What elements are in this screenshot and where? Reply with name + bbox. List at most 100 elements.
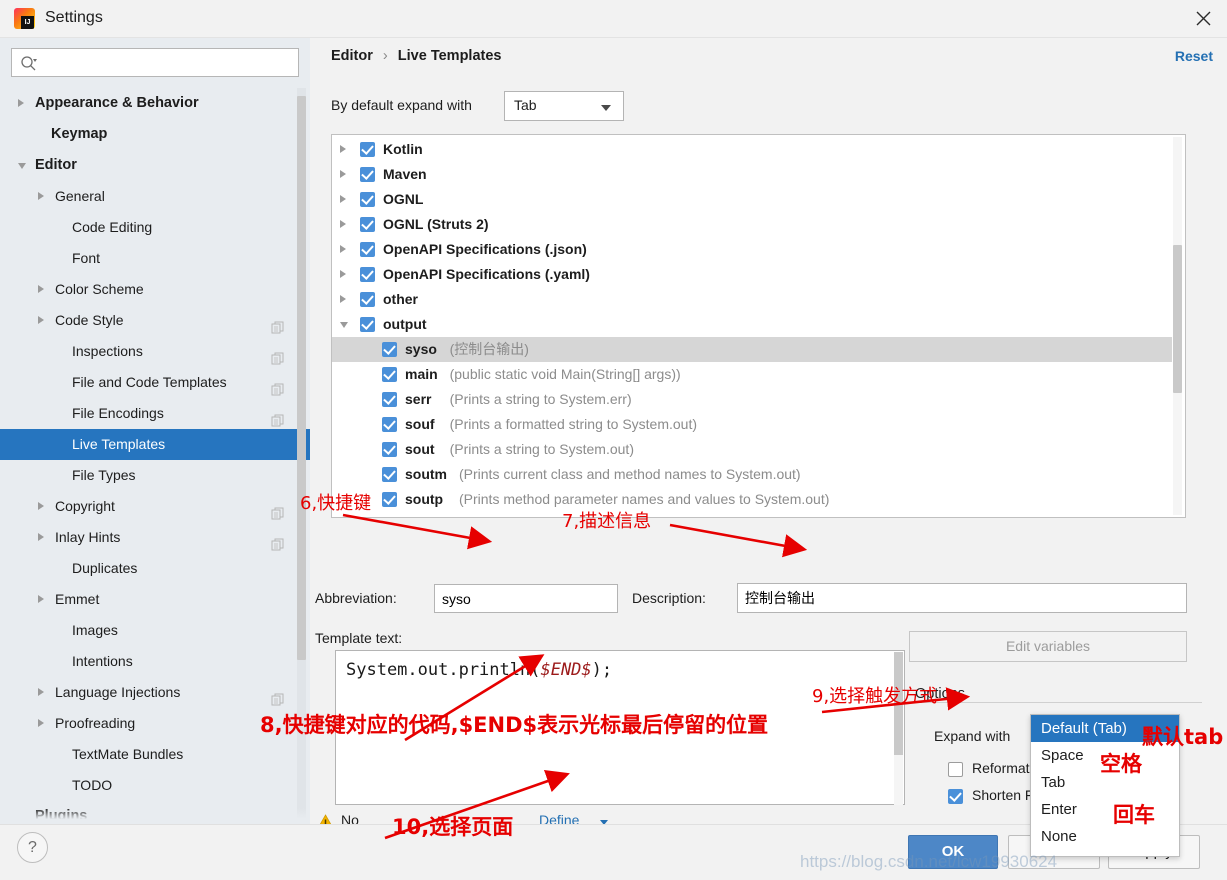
chevron-right-icon[interactable] xyxy=(38,192,44,200)
sidebar-item-proofreading[interactable]: Proofreading xyxy=(0,708,310,739)
sidebar-item-color-scheme[interactable]: Color Scheme xyxy=(0,274,310,305)
template-checkbox[interactable] xyxy=(382,342,397,357)
template-checkbox[interactable] xyxy=(382,367,397,382)
dropdown-item-default-tab[interactable]: Default (Tab) xyxy=(1031,715,1179,742)
chevron-right-icon[interactable] xyxy=(38,285,44,293)
template-checkbox[interactable] xyxy=(382,442,397,457)
chevron-right-icon[interactable] xyxy=(38,595,44,603)
abbreviation-input[interactable] xyxy=(434,584,618,613)
sidebar-item-images[interactable]: Images xyxy=(0,615,310,646)
chevron-down-icon[interactable] xyxy=(18,163,26,169)
dropdown-item-tab[interactable]: Tab xyxy=(1031,769,1179,796)
sidebar-item-language-injections[interactable]: Language Injections xyxy=(0,677,310,708)
template-text-label: Template text: xyxy=(315,630,403,646)
templates-list[interactable]: Kotlin Maven OGNL OGNL (Struts 2) OpenAPI Sp… xyxy=(331,134,1186,518)
chevron-down-icon[interactable] xyxy=(340,322,348,328)
chevron-right-icon[interactable] xyxy=(38,316,44,324)
description-input[interactable] xyxy=(737,583,1187,613)
template-group-checkbox[interactable] xyxy=(360,192,375,207)
template-group-checkbox[interactable] xyxy=(360,267,375,282)
chevron-right-icon[interactable] xyxy=(340,170,346,178)
chevron-right-icon[interactable] xyxy=(38,719,44,727)
template-group-row[interactable]: OGNL xyxy=(332,187,1172,212)
close-icon[interactable] xyxy=(1179,0,1227,37)
settings-category-tree[interactable]: Appearance & Behavior Keymap Editor General… xyxy=(0,88,310,824)
template-row[interactable]: serr (Prints a string to System.err) xyxy=(332,387,1172,412)
sidebar-item-inspections[interactable]: Inspections xyxy=(0,336,310,367)
template-checkbox[interactable] xyxy=(382,392,397,407)
template-group-checkbox[interactable] xyxy=(360,292,375,307)
chevron-right-icon[interactable] xyxy=(340,195,346,203)
sidebar-item-appearance-behavior[interactable]: Appearance & Behavior xyxy=(0,88,310,119)
template-row[interactable]: soutp (Prints method parameter names and … xyxy=(332,487,1172,512)
templates-scrollbar-thumb[interactable] xyxy=(1173,245,1182,393)
ok-button[interactable]: OK xyxy=(908,835,998,869)
search-box[interactable] xyxy=(11,48,299,77)
dropdown-item-none[interactable]: None xyxy=(1031,823,1179,850)
chevron-right-icon[interactable] xyxy=(38,688,44,696)
template-description: (Prints a formatted string to System.out… xyxy=(449,416,698,432)
template-row[interactable]: syso (控制台输出) xyxy=(332,337,1172,362)
sidebar-item-keymap[interactable]: Keymap xyxy=(0,119,310,150)
breadcrumb-root[interactable]: Editor xyxy=(331,48,373,64)
edit-variables-button[interactable]: Edit variables xyxy=(909,631,1187,662)
sidebar-item-code-style[interactable]: Code Style xyxy=(0,305,310,336)
template-row[interactable]: sout (Prints a string to System.out) xyxy=(332,437,1172,462)
template-group-row[interactable]: output xyxy=(332,312,1172,337)
sidebar-item-label: Code Editing xyxy=(72,219,153,235)
template-group-checkbox[interactable] xyxy=(360,167,375,182)
chevron-right-icon[interactable] xyxy=(340,220,346,228)
template-group-checkbox[interactable] xyxy=(360,317,375,332)
sidebar-item-file-encodings[interactable]: File Encodings xyxy=(0,398,310,429)
template-group-row[interactable]: Maven xyxy=(332,162,1172,187)
template-checkbox[interactable] xyxy=(382,417,397,432)
template-group-checkbox[interactable] xyxy=(360,142,375,157)
chevron-right-icon[interactable] xyxy=(340,295,346,303)
sidebar-item-todo[interactable]: TODO xyxy=(0,770,310,801)
expand-with-dropdown-menu[interactable]: Default (Tab) Space Tab Enter None xyxy=(1030,714,1180,857)
template-checkbox[interactable] xyxy=(382,492,397,507)
template-row[interactable]: souf (Prints a formatted string to System… xyxy=(332,412,1172,437)
sidebar-item-editor[interactable]: Editor xyxy=(0,150,310,181)
chevron-right-icon[interactable] xyxy=(18,99,24,107)
sidebar-item-live-templates[interactable]: Live Templates xyxy=(0,429,310,460)
option-shorten-checkbox[interactable] xyxy=(948,789,963,804)
sidebar-item-textmate-bundles[interactable]: TextMate Bundles xyxy=(0,739,310,770)
sidebar-item-duplicates[interactable]: Duplicates xyxy=(0,553,310,584)
default-expand-combobox[interactable]: Tab xyxy=(504,91,624,121)
option-reformat-checkbox[interactable] xyxy=(948,762,963,777)
sidebar-item-intentions[interactable]: Intentions xyxy=(0,646,310,677)
sidebar-item-copyright[interactable]: Copyright xyxy=(0,491,310,522)
template-checkbox[interactable] xyxy=(382,467,397,482)
sidebar-item-font[interactable]: Font xyxy=(0,243,310,274)
dropdown-item-space[interactable]: Space xyxy=(1031,742,1179,769)
sidebar-scrollbar-thumb[interactable] xyxy=(297,96,306,660)
template-group-checkbox[interactable] xyxy=(360,217,375,232)
template-group-checkbox[interactable] xyxy=(360,242,375,257)
options-title: Options xyxy=(915,686,971,702)
template-row[interactable]: main (public static void Main(String[] ar… xyxy=(332,362,1172,387)
template-row[interactable]: soutm (Prints current class and method na… xyxy=(332,462,1172,487)
chevron-right-icon[interactable] xyxy=(340,245,346,253)
chevron-right-icon[interactable] xyxy=(38,502,44,510)
sidebar-item-emmet[interactable]: Emmet xyxy=(0,584,310,615)
help-button[interactable]: ? xyxy=(17,832,48,863)
template-group-row[interactable]: OGNL (Struts 2) xyxy=(332,212,1172,237)
sidebar-item-general[interactable]: General xyxy=(0,181,310,212)
template-group-row[interactable]: other xyxy=(332,287,1172,312)
sidebar-item-file-and-code-templates[interactable]: File and Code Templates xyxy=(0,367,310,398)
reset-link[interactable]: Reset xyxy=(1175,48,1213,64)
template-group-row[interactable]: Kotlin xyxy=(332,137,1172,162)
template-text-scrollbar-thumb[interactable] xyxy=(894,652,903,755)
chevron-right-icon[interactable] xyxy=(340,145,346,153)
sidebar-item-file-types[interactable]: File Types xyxy=(0,460,310,491)
template-group-row[interactable]: OpenAPI Specifications (.yaml) xyxy=(332,262,1172,287)
chevron-right-icon[interactable] xyxy=(340,270,346,278)
search-input[interactable] xyxy=(42,51,292,74)
chevron-right-icon[interactable] xyxy=(38,533,44,541)
dropdown-item-enter[interactable]: Enter xyxy=(1031,796,1179,823)
template-group-row[interactable]: OpenAPI Specifications (.json) xyxy=(332,237,1172,262)
sidebar-item-inlay-hints[interactable]: Inlay Hints xyxy=(0,522,310,553)
sidebar-item-code-editing[interactable]: Code Editing xyxy=(0,212,310,243)
template-text-editor[interactable]: System.out.println($END$); xyxy=(335,650,905,805)
